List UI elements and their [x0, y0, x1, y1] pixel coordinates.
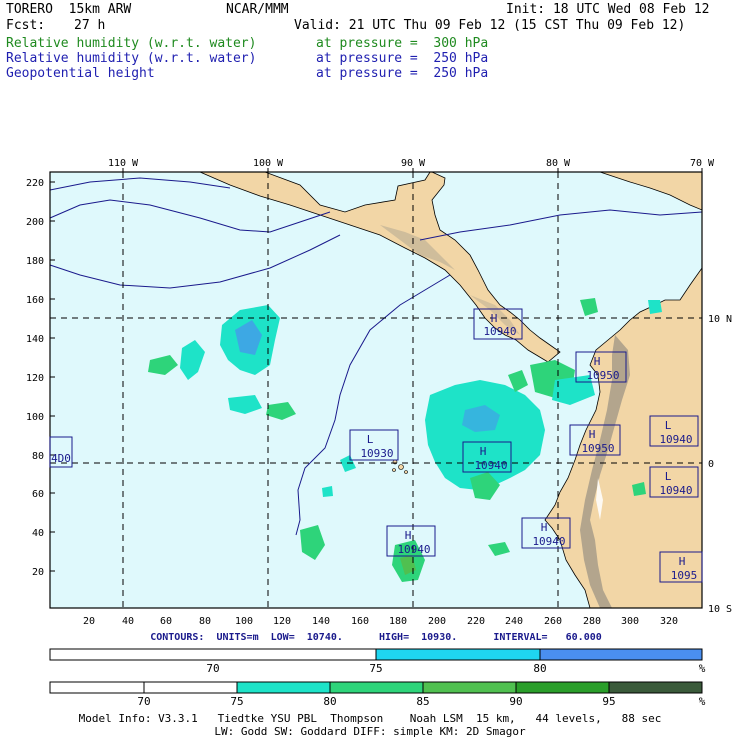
- model-info-line-1: Model Info: V3.3.1 Tiedtke YSU PBL Thomp…: [78, 712, 662, 725]
- legend-label: 75: [230, 695, 243, 707]
- x-tick: 100: [235, 616, 253, 627]
- legend-segment: [608, 681, 703, 694]
- y-tick-labels: 220 200 180 160 140 120 100 80 60 40 20: [26, 178, 44, 578]
- center-type: H: [480, 445, 487, 458]
- model-info-line-2: LW: Godd SW: Goddard DIFF: simple KM: 2D…: [214, 725, 526, 738]
- x-tick: 220: [467, 616, 485, 627]
- x-tick-labels: 20 40 60 80 100 120 140 160 180 200 220 …: [83, 616, 678, 627]
- lon-labels: 110 W 100 W 90 W 80 W 70 W: [108, 158, 715, 169]
- lat-label-10s: 10 S: [708, 604, 732, 615]
- x-tick: 320: [660, 616, 678, 627]
- legend-label: 70: [206, 662, 219, 674]
- center-type: L: [665, 470, 672, 483]
- center-value: 4D0: [51, 452, 71, 465]
- legend-segment: [422, 681, 517, 694]
- x-tick: 20: [83, 616, 95, 627]
- legend-segment: [375, 648, 541, 661]
- x-tick: 160: [351, 616, 369, 627]
- center-value: 10940: [474, 459, 507, 472]
- y-tick: 80: [32, 451, 44, 462]
- legend-bar-250hpa: 70 75 80 %: [49, 648, 706, 674]
- legend-segment: [49, 681, 145, 694]
- legend-label: 85: [416, 695, 429, 707]
- y-tick: 120: [26, 373, 44, 384]
- x-tick: 260: [544, 616, 562, 627]
- x-tick: 200: [428, 616, 446, 627]
- legend-segment: [539, 648, 703, 661]
- y-tick: 140: [26, 334, 44, 345]
- legend-segment: [143, 681, 238, 694]
- y-tick: 20: [32, 567, 44, 578]
- y-tick: 220: [26, 178, 44, 189]
- y-tick: 100: [26, 412, 44, 423]
- center-value: 10950: [586, 369, 619, 382]
- x-tick: 180: [389, 616, 407, 627]
- center-type: H: [679, 555, 686, 568]
- x-tick: 40: [122, 616, 134, 627]
- legend-label: 70: [137, 695, 150, 707]
- y-tick: 160: [26, 295, 44, 306]
- center-value: 1095: [671, 569, 698, 582]
- lon-label-90w: 90 W: [401, 158, 426, 169]
- legend-label: 80: [323, 695, 336, 707]
- legend-label: 80: [533, 662, 546, 674]
- y-tick: 60: [32, 489, 44, 500]
- center-value: 10940: [659, 433, 692, 446]
- legend-segment: [329, 681, 424, 694]
- legend-label: %: [699, 695, 706, 707]
- legend-bar-300hpa: 70 75 80 85 90 95 %: [49, 681, 706, 707]
- center-type: H: [594, 355, 601, 368]
- center-value: 10940: [397, 543, 430, 556]
- legend-label: 90: [509, 695, 522, 707]
- x-tick: 300: [621, 616, 639, 627]
- center-type: H: [405, 529, 412, 542]
- x-tick: 140: [312, 616, 330, 627]
- legend-label: 95: [602, 695, 615, 707]
- center-value: 10930: [360, 447, 393, 460]
- y-tick: 200: [26, 217, 44, 228]
- lon-label-110w: 110 W: [108, 158, 139, 169]
- center-type: H: [589, 428, 596, 441]
- legend-segment: [236, 681, 331, 694]
- center-type: L: [367, 433, 374, 446]
- x-tick: 280: [583, 616, 601, 627]
- lon-label-70w: 70 W: [690, 158, 715, 169]
- x-tick: 240: [505, 616, 523, 627]
- lat-label-0: 0: [708, 459, 714, 470]
- center-type: H: [541, 521, 548, 534]
- center-value: 10950: [581, 442, 614, 455]
- x-tick: 60: [160, 616, 172, 627]
- y-tick: 40: [32, 528, 44, 539]
- center-value: 10940: [659, 484, 692, 497]
- lon-label-80w: 80 W: [546, 158, 571, 169]
- lat-labels: 10 N 0 10 S: [708, 314, 732, 615]
- legend-segment: [49, 648, 377, 661]
- center-type: L: [665, 419, 672, 432]
- lon-label-100w: 100 W: [253, 158, 284, 169]
- lat-label-10n: 10 N: [708, 314, 732, 325]
- center-value: 10940: [532, 535, 565, 548]
- center-type: H: [491, 312, 498, 325]
- legend-segment: [515, 681, 610, 694]
- y-tick: 180: [26, 256, 44, 267]
- weather-map: 110 W 100 W 90 W 80 W 70 W 10 N 0 10 S 2…: [26, 158, 732, 627]
- center-value: 10940: [483, 325, 516, 338]
- legend-label: %: [699, 662, 706, 674]
- x-tick: 120: [273, 616, 291, 627]
- legend-label: 75: [369, 662, 382, 674]
- contours-info: CONTOURS: UNITS=m LOW= 10740. HIGH= 1093…: [150, 632, 602, 643]
- x-tick: 80: [199, 616, 211, 627]
